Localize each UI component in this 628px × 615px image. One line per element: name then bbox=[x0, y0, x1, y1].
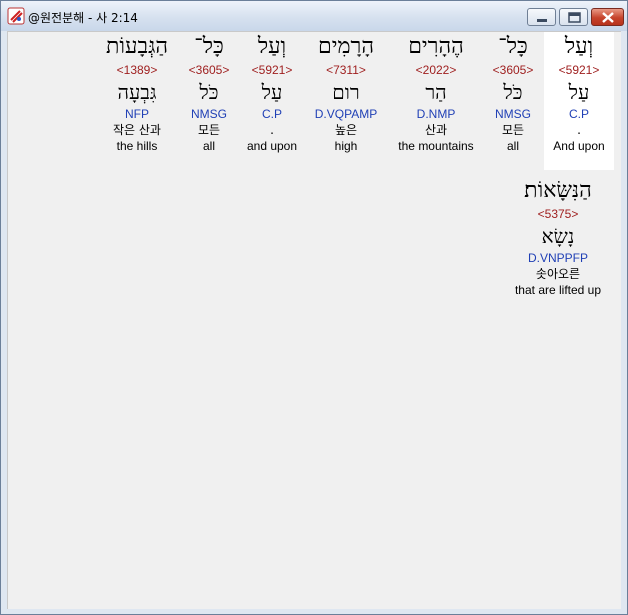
parsing-code: NMSG bbox=[191, 107, 227, 121]
hebrew-word: הַנִּשָּׂאוֹת׃ bbox=[524, 178, 592, 203]
minimize-button[interactable] bbox=[527, 8, 556, 26]
hebrew-word: וְעַל bbox=[564, 34, 594, 59]
lemma: רום bbox=[332, 80, 360, 104]
title-bar[interactable]: @원전분해 - 사 2:14 bbox=[1, 1, 627, 31]
parsing-code: C.P bbox=[261, 107, 282, 121]
maximize-icon bbox=[568, 12, 581, 23]
strong-number[interactable]: <5921> bbox=[544, 62, 614, 78]
parsing-code: NMSG bbox=[495, 107, 531, 121]
strong-number[interactable]: <3605> bbox=[179, 62, 239, 78]
hebrew-word: הֶהָרִים bbox=[408, 34, 464, 59]
hebrew-word: כָּל־ bbox=[498, 34, 528, 59]
english-gloss: all bbox=[506, 139, 519, 153]
korean-gloss: 모든 bbox=[197, 123, 221, 137]
english-gloss: the hills bbox=[116, 139, 158, 153]
word-cell-6[interactable]: כָּל־ <3605> כֹּל NMSG 모든 all bbox=[179, 32, 239, 170]
strong-number[interactable]: <5375> bbox=[503, 206, 613, 222]
word-cell-2[interactable]: כָּל־ <3605> כֹּל NMSG 모든 all bbox=[483, 32, 543, 170]
korean-gloss: 높은 bbox=[334, 123, 358, 137]
korean-gloss: 모든 bbox=[501, 123, 525, 137]
korean-gloss: 솟아오른 bbox=[535, 267, 581, 281]
lemma: גִּבְעָה bbox=[117, 80, 157, 104]
lemma: נָשָׂא bbox=[541, 224, 575, 248]
close-icon bbox=[602, 12, 614, 23]
interlinear-view: וְעַל <5921> עַל C.P . And upon כָּל־ <3… bbox=[7, 31, 621, 609]
strong-number[interactable]: <5921> bbox=[241, 62, 303, 78]
strong-number[interactable]: <1389> bbox=[97, 62, 177, 78]
hebrew-word: וְעַל bbox=[257, 34, 287, 59]
english-gloss: the mountains bbox=[398, 139, 474, 153]
korean-gloss: . bbox=[577, 123, 581, 137]
hebrew-word: הָרָמִים bbox=[318, 34, 374, 59]
english-gloss: high bbox=[334, 139, 358, 153]
korean-gloss: . bbox=[270, 123, 274, 137]
app-window: @원전분해 - 사 2:14 וְעַל <5921> עַל C.P . An… bbox=[0, 0, 628, 615]
hebrew-word: הַגְּבָעוֹת bbox=[105, 34, 168, 59]
lemma: עַל bbox=[568, 80, 590, 104]
korean-gloss: 작은 산과 bbox=[113, 123, 161, 137]
korean-gloss: 산과 bbox=[424, 123, 448, 137]
word-cell-8[interactable]: הַנִּשָּׂאוֹת׃ <5375> נָשָׂא D.VNPPFP 솟아… bbox=[503, 176, 613, 314]
minimize-icon bbox=[537, 19, 547, 22]
word-cell-4[interactable]: הָרָמִים <7311> רום D.VQPAMP 높은 high bbox=[304, 32, 388, 170]
strong-number[interactable]: <7311> bbox=[304, 62, 388, 78]
parsing-code: D.NMP bbox=[416, 107, 456, 121]
maximize-button[interactable] bbox=[559, 8, 588, 26]
word-cell-1[interactable]: וְעַל <5921> עַל C.P . And upon bbox=[544, 32, 614, 170]
strong-number[interactable]: <3605> bbox=[483, 62, 543, 78]
parsing-code: C.P bbox=[568, 107, 589, 121]
word-cell-7[interactable]: הַגְּבָעוֹת <1389> גִּבְעָה NFP 작은 산과 th… bbox=[97, 32, 177, 170]
word-cell-5[interactable]: וְעַל <5921> עַל C.P . and upon bbox=[241, 32, 303, 170]
close-button[interactable] bbox=[591, 8, 624, 26]
strong-number[interactable]: <2022> bbox=[390, 62, 482, 78]
parsing-code: D.VNPPFP bbox=[527, 251, 588, 265]
app-icon bbox=[7, 7, 25, 25]
parsing-code: NFP bbox=[125, 107, 149, 121]
word-cell-3[interactable]: הֶהָרִים <2022> הַר D.NMP 산과 the mountai… bbox=[390, 32, 482, 170]
lemma: עַל bbox=[261, 80, 283, 104]
lemma: כֹּל bbox=[503, 80, 523, 104]
parsing-code: D.VQPAMP bbox=[314, 107, 378, 121]
english-gloss: and upon bbox=[246, 139, 298, 153]
english-gloss: that are lifted up bbox=[514, 283, 602, 297]
window-title: @원전분해 - 사 2:14 bbox=[28, 11, 138, 25]
lemma: כֹּל bbox=[199, 80, 219, 104]
hebrew-word: כָּל־ bbox=[194, 34, 224, 59]
english-gloss: And upon bbox=[553, 139, 605, 153]
lemma: הַר bbox=[425, 80, 447, 104]
english-gloss: all bbox=[202, 139, 215, 153]
